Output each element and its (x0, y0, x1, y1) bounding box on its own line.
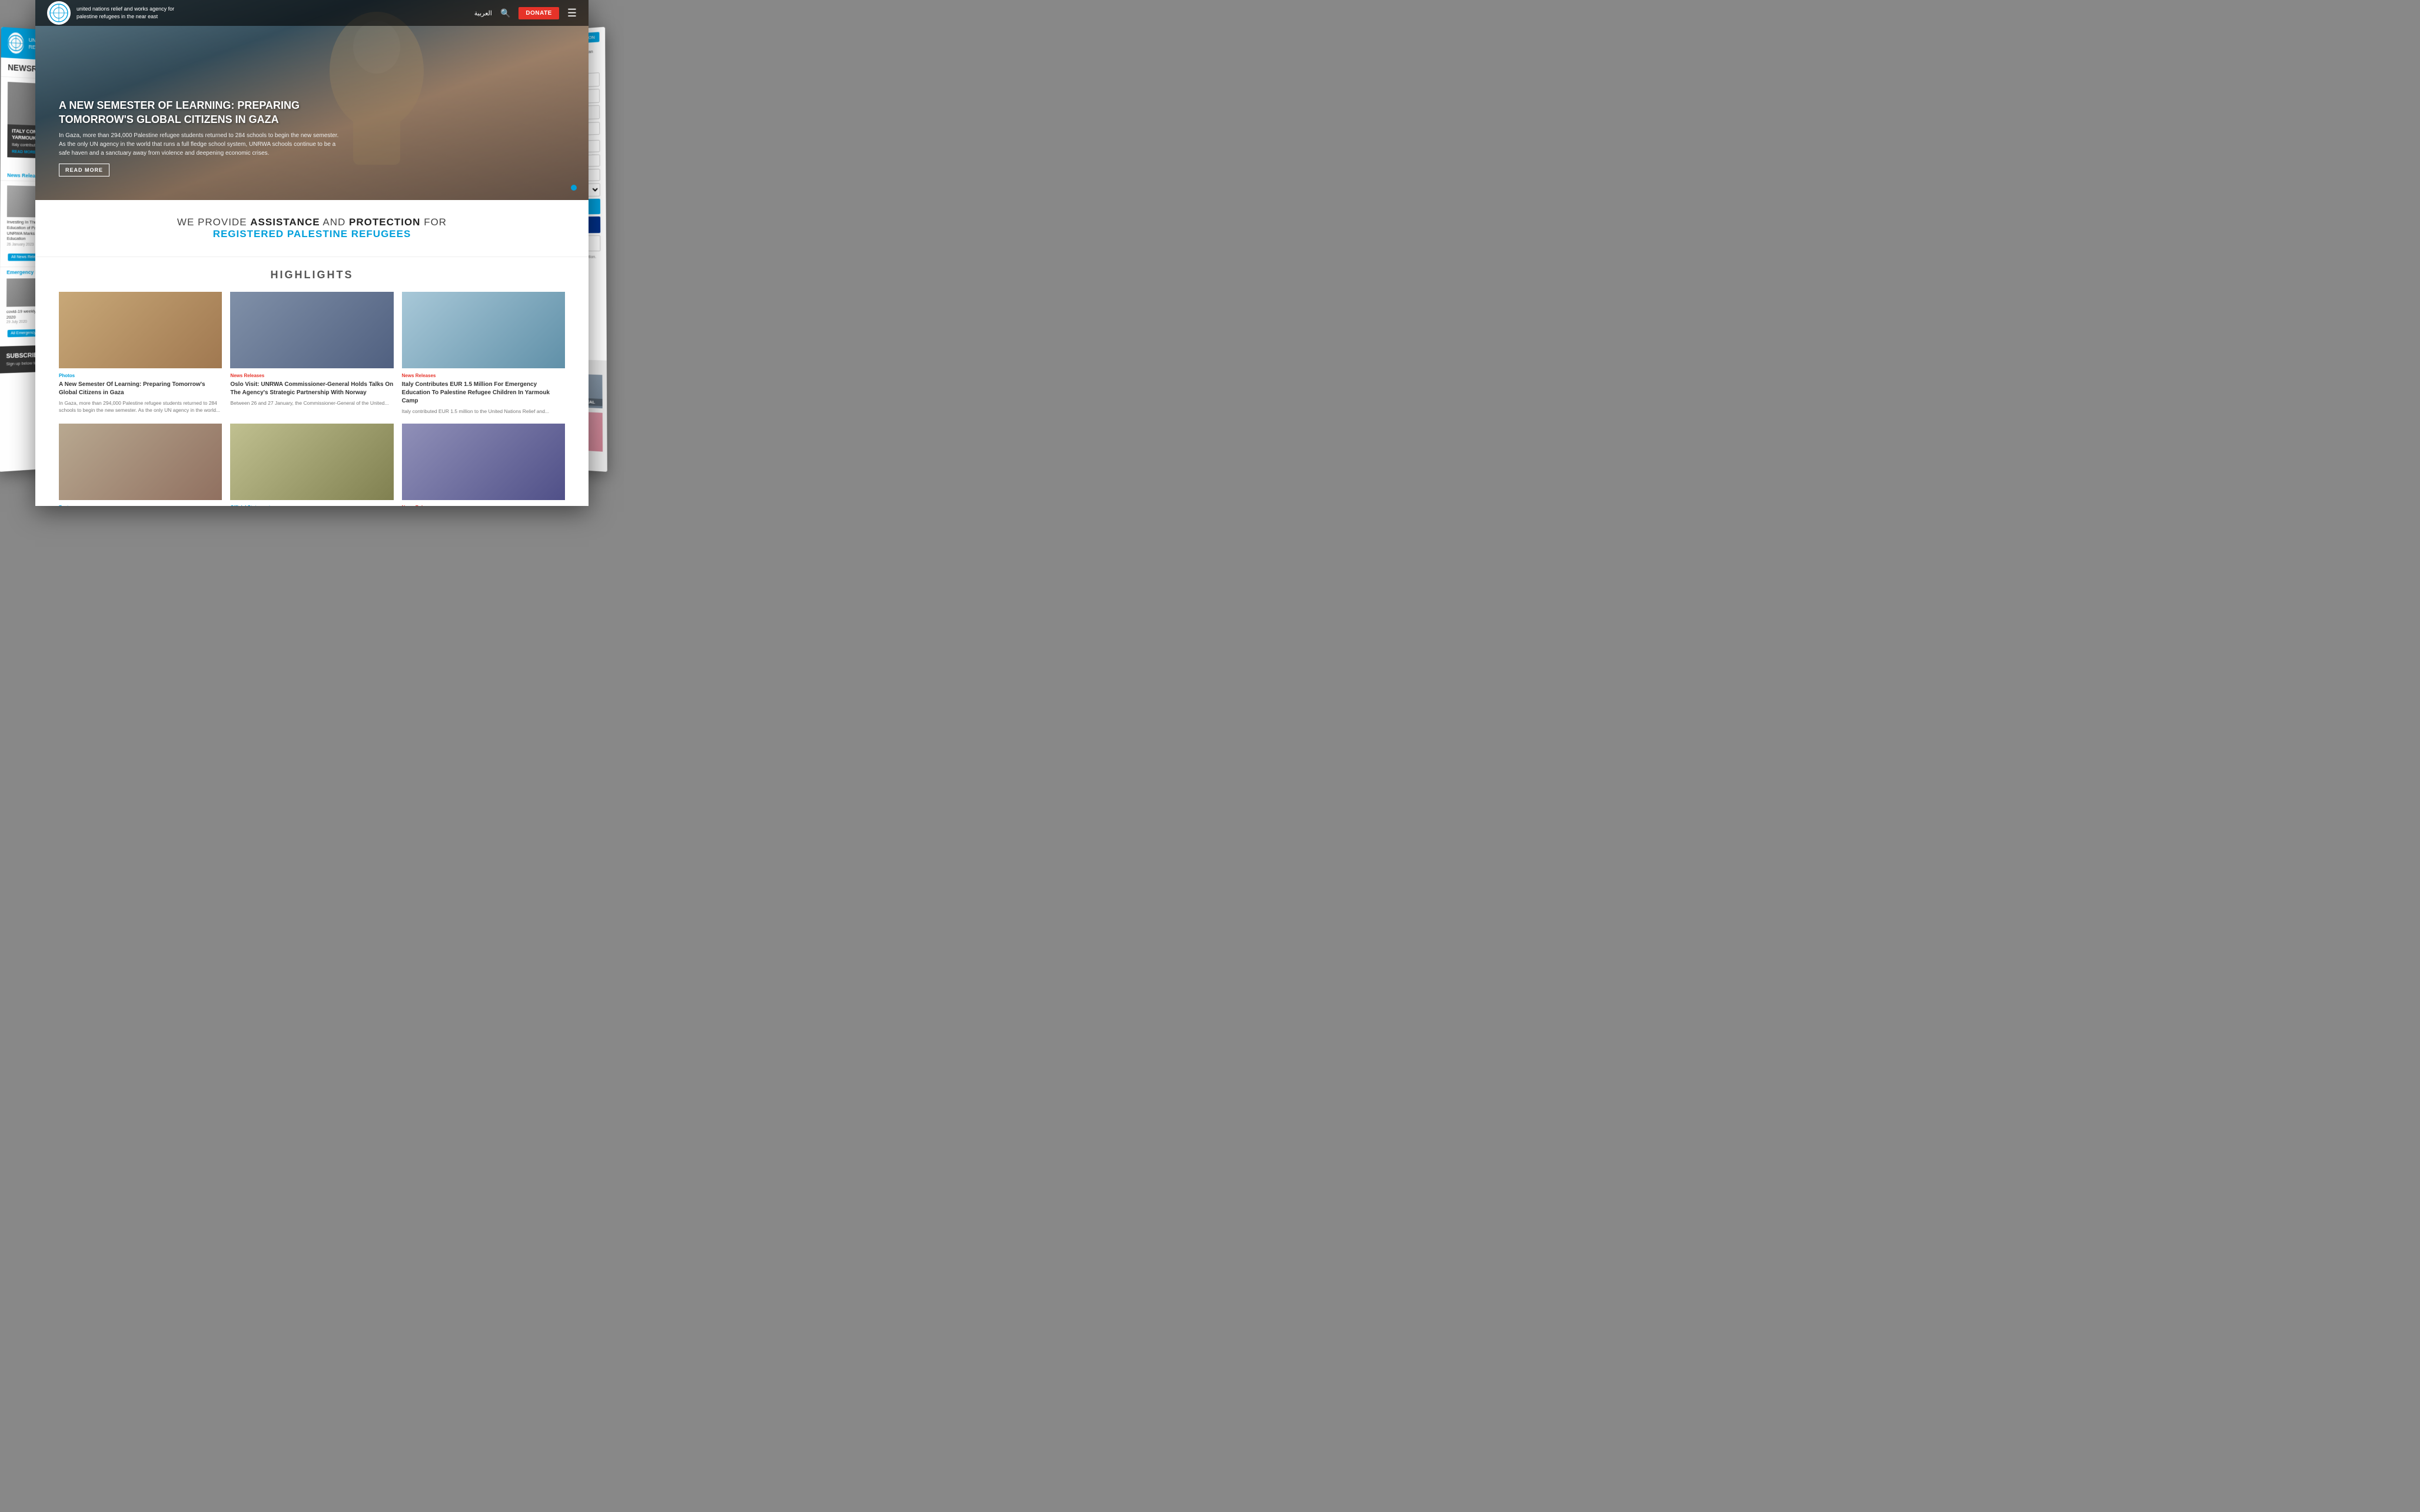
nav-right: العربية 🔍 DONATE ☰ (474, 7, 577, 19)
hero-content: A NEW SEMESTER OF LEARNING: PREPARING TO… (59, 99, 553, 176)
hero-read-more[interactable]: READ MORE (59, 164, 109, 176)
hero-desc: In Gaza, more than 294,000 Palestine ref… (59, 131, 341, 158)
hl-card-5[interactable]: Official Statements Thank you very much … (230, 424, 393, 506)
highlights-grid: Photos A New Semester Of Learning: Prepa… (59, 292, 565, 506)
hl-desc-1: In Gaza, more than 294,000 Palestine ref… (59, 400, 222, 414)
main-panel: united nations relief and works agency f… (35, 0, 589, 506)
nav-org-text: united nations relief and works agency f… (77, 5, 174, 20)
hl-tag-3: News Releases (402, 373, 565, 378)
hl-tag-2: News Releases (230, 373, 393, 378)
search-icon[interactable]: 🔍 (500, 8, 510, 18)
nav-logo-circle (47, 1, 71, 25)
nav-arabic[interactable]: العربية (474, 9, 492, 17)
hl-tag-6: News Releases (402, 505, 565, 506)
hl-card-2[interactable]: News Releases Oslo Visit: UNRWA Commissi… (230, 292, 393, 415)
highlights-title: HIGHLIGHTS (59, 269, 565, 281)
hl-card-6[interactable]: News Releases Funds crucial to respond t… (402, 424, 565, 506)
hl-card-3[interactable]: News Releases Italy Contributes EUR 1.5 … (402, 292, 565, 415)
hl-tag-5: Official Statements (230, 505, 393, 506)
hl-desc-2: Between 26 and 27 January, the Commissio… (230, 400, 393, 407)
tagline-line1: WE PROVIDE ASSISTANCE AND PROTECTION FOR (59, 217, 565, 228)
hl-tag-4: Features (59, 505, 222, 506)
highlights-section: HIGHLIGHTS Photos A New Semester Of Lear… (35, 257, 589, 506)
hero-title: A NEW SEMESTER OF LEARNING: PREPARING TO… (59, 99, 353, 126)
menu-icon[interactable]: ☰ (567, 7, 577, 19)
hl-card-1[interactable]: Photos A New Semester Of Learning: Prepa… (59, 292, 222, 415)
hl-desc-3: Italy contributed EUR 1.5 million to the… (402, 408, 565, 415)
hero-section: A NEW SEMESTER OF LEARNING: PREPARING TO… (35, 0, 589, 200)
hl-card-4[interactable]: Features Last August was a special month… (59, 424, 222, 506)
hero-nav-dot[interactable] (571, 185, 577, 191)
donate-button[interactable]: DONATE (518, 7, 559, 19)
hl-title-1: A New Semester Of Learning: Preparing To… (59, 381, 222, 397)
tagline-blue: REGISTERED PALESTINE REFUGEES (59, 228, 565, 240)
unrwa-logo-small (8, 32, 24, 54)
tagline-section: WE PROVIDE ASSISTANCE AND PROTECTION FOR… (35, 200, 589, 257)
hl-tag-1: Photos (59, 373, 222, 378)
hl-title-2: Oslo Visit: UNRWA Commissioner-General H… (230, 381, 393, 397)
hl-title-3: Italy Contributes EUR 1.5 Million For Em… (402, 381, 565, 405)
main-nav: united nations relief and works agency f… (35, 0, 589, 26)
nav-logo: united nations relief and works agency f… (47, 1, 174, 25)
